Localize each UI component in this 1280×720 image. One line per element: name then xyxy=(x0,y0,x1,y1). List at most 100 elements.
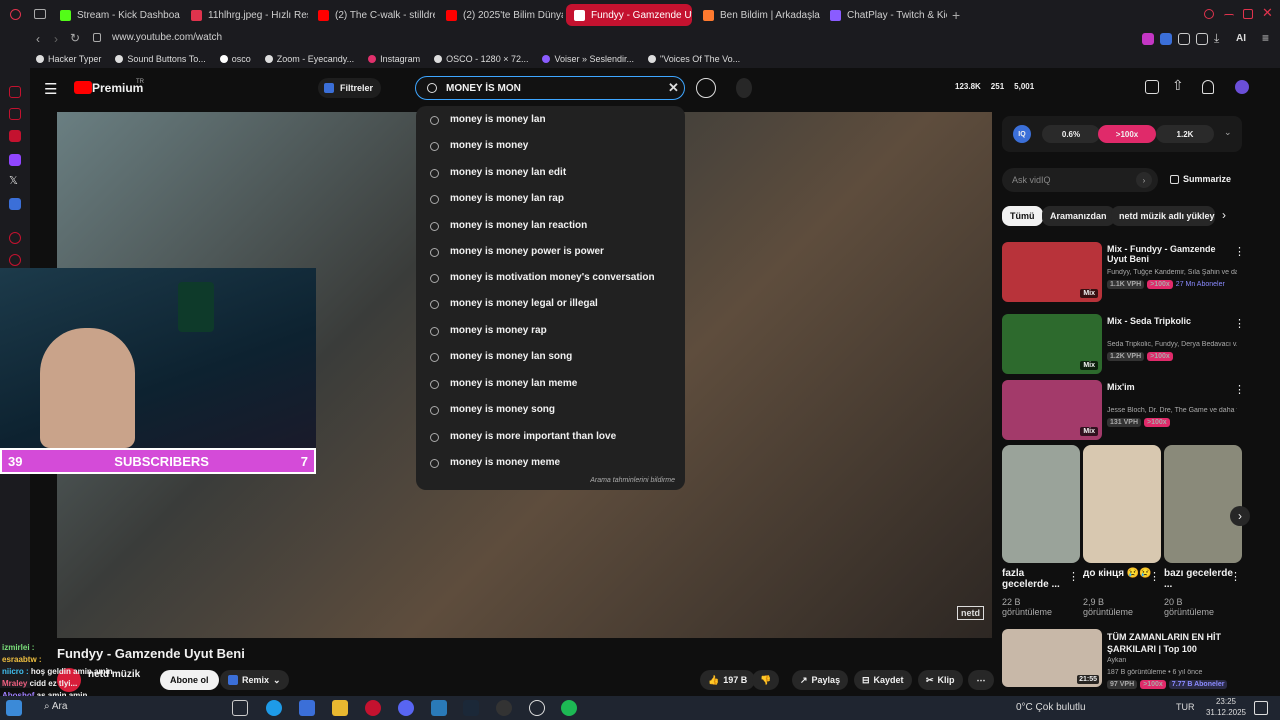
download-icon[interactable]: ⤓ xyxy=(1214,31,1219,46)
suggestion-item[interactable]: money is money lan meme xyxy=(450,378,577,389)
short-title[interactable]: fazla gecelerde ... xyxy=(1002,568,1072,590)
notifications-bell-icon[interactable] xyxy=(1202,80,1214,94)
share-button[interactable]: ↗ Paylaş xyxy=(792,670,849,690)
hamburger-menu-icon[interactable]: ☰ xyxy=(44,80,57,98)
suggestion-item[interactable]: money is money lan rap xyxy=(450,193,564,204)
video-thumbnail[interactable]: Mix xyxy=(1002,314,1102,374)
microphone-icon[interactable] xyxy=(736,78,752,98)
short-thumbnail[interactable] xyxy=(1083,445,1161,563)
suggestion-item[interactable]: money is more important than love xyxy=(450,431,616,442)
clip-button[interactable]: ✂ Klip xyxy=(918,670,963,690)
remix-button[interactable]: Remix ⌄ xyxy=(220,670,289,690)
minimize-button[interactable] xyxy=(1224,14,1234,24)
chip-from-search[interactable]: Aramanızdan xyxy=(1042,206,1115,226)
tab-chatplay[interactable]: ChatPlay - Twitch & Kick xyxy=(822,4,947,26)
bookmark-instagram[interactable]: Instagram xyxy=(368,54,420,64)
app-icon[interactable] xyxy=(431,700,447,716)
twitch-icon[interactable] xyxy=(9,154,21,166)
obs-icon[interactable] xyxy=(496,700,512,716)
steam-icon[interactable] xyxy=(463,700,479,716)
task-view-icon[interactable] xyxy=(232,700,248,716)
more-options-icon[interactable]: ⋮ xyxy=(1234,317,1245,330)
weather-widget[interactable]: 0°C Çok bulutlu xyxy=(1016,702,1086,713)
avatar[interactable] xyxy=(1235,80,1249,94)
url-field[interactable]: www.youtube.com/watch xyxy=(112,32,222,43)
tab-fundyy[interactable]: Fundyy - Gamzende Uyut xyxy=(566,4,692,26)
sidebar-icon[interactable] xyxy=(9,198,21,210)
discord-icon[interactable] xyxy=(398,700,414,716)
bookmark-hacker-typer[interactable]: Hacker Typer xyxy=(36,54,101,64)
clock[interactable]: 23:25 31.12.2025 xyxy=(1204,696,1248,718)
extension-icon[interactable] xyxy=(1160,33,1172,45)
spotify-icon[interactable] xyxy=(561,700,577,716)
suggestion-item[interactable]: money is motivation money's conversation xyxy=(450,272,655,283)
shorts-next-icon[interactable]: › xyxy=(1230,506,1250,526)
more-options-icon[interactable]: ⋮ xyxy=(1230,570,1241,583)
video-title[interactable]: Mix - Seda Tripkolic xyxy=(1107,316,1222,326)
short-thumbnail[interactable] xyxy=(1002,445,1080,563)
more-options-icon[interactable]: ⋮ xyxy=(1234,383,1245,396)
reload-icon[interactable]: ↻ xyxy=(70,31,80,45)
video-thumbnail[interactable]: Mix xyxy=(1002,242,1102,302)
clock-icon[interactable] xyxy=(9,254,21,266)
edge-icon[interactable] xyxy=(266,700,282,716)
tab-cwalk[interactable]: (2) The C-walk - stilldree xyxy=(310,4,435,26)
subscribe-button[interactable]: Abone ol xyxy=(160,670,219,690)
settings-icon[interactable] xyxy=(529,700,545,716)
bookmark-osco[interactable]: osco xyxy=(219,54,251,64)
ask-vidiq-input[interactable]: Ask vidIQ xyxy=(1002,168,1158,192)
search-button-icon[interactable] xyxy=(696,78,716,98)
suggestion-item[interactable]: money is money song xyxy=(450,404,555,415)
bookmark-osco-1280[interactable]: OSCO - 1280 × 72... xyxy=(434,54,528,64)
short-thumbnail[interactable] xyxy=(1164,445,1242,563)
sidebar-icon[interactable] xyxy=(9,130,21,142)
bookmark-voices[interactable]: "Voices Of The Vo... xyxy=(648,54,740,64)
close-window-button[interactable]: ✕ xyxy=(1262,5,1273,21)
more-options-icon[interactable]: ⋮ xyxy=(1068,570,1079,583)
suggestion-item[interactable]: money is money power is power xyxy=(450,246,604,257)
more-options-icon[interactable]: ⋮ xyxy=(1149,570,1160,583)
puzzle-icon[interactable] xyxy=(1196,33,1208,45)
maximize-button[interactable] xyxy=(1243,9,1253,19)
bookmark-voiser[interactable]: Voiser » Seslendir... xyxy=(542,54,634,64)
search-input[interactable]: MONEY İS MON ✕ xyxy=(415,76,685,100)
report-predictions-link[interactable]: Arama tahminlerini bildirme xyxy=(590,477,675,484)
bookmark-sound-buttons[interactable]: Sound Buttons To... xyxy=(115,54,206,64)
chevron-right-icon[interactable]: › xyxy=(1222,208,1226,222)
sidebar-icon[interactable] xyxy=(9,232,21,244)
short-title[interactable]: до кінця 😢😢 xyxy=(1083,568,1153,579)
ask-send-icon[interactable]: › xyxy=(1136,172,1152,188)
tab-ben-bildim[interactable]: Ben Bildim | Arkadaşlarını xyxy=(695,4,820,26)
x-icon[interactable]: 𝕏 xyxy=(9,174,18,187)
search-tabs-icon[interactable] xyxy=(1204,9,1214,19)
tab-overview-icon[interactable] xyxy=(34,9,46,19)
video-title[interactable]: TÜM ZAMANLARIN EN HİT ŞARKILARI | Top 10… xyxy=(1107,631,1227,655)
bookmark-zoom[interactable]: Zoom - Eyecandy... xyxy=(264,54,354,64)
save-button[interactable]: ⊟ Kaydet xyxy=(854,670,912,690)
video-title[interactable]: Mix - Fundyy - Gamzende Uyut Beni xyxy=(1107,244,1222,264)
chip-netd[interactable]: netd müzik adlı yükleyic xyxy=(1111,206,1215,226)
video-title[interactable]: Mix'im xyxy=(1107,382,1222,392)
short-title[interactable]: bazı gecelerde ... xyxy=(1164,568,1234,590)
suggestion-item[interactable]: money is money lan edit xyxy=(450,167,566,178)
extension-icon[interactable] xyxy=(1142,33,1154,45)
language-indicator[interactable]: TUR xyxy=(1176,702,1195,712)
suggestion-item[interactable]: money is money lan reaction xyxy=(450,220,587,231)
browser-menu-icon[interactable] xyxy=(10,9,21,20)
suggestion-item[interactable]: money is money xyxy=(450,140,528,151)
forward-arrow-icon[interactable]: › xyxy=(54,32,58,46)
youtube-logo-icon[interactable] xyxy=(74,81,92,94)
sidebar-icon[interactable] xyxy=(9,86,21,98)
chip-all[interactable]: Tümü xyxy=(1002,206,1043,226)
summarize-button[interactable]: Summarize xyxy=(1170,174,1231,184)
windows-start-icon[interactable] xyxy=(6,700,22,716)
menu-icon[interactable]: ≡ xyxy=(1262,31,1269,45)
suggestion-item[interactable]: money is money lan song xyxy=(450,351,572,362)
notification-center-icon[interactable] xyxy=(1254,701,1268,715)
tab-bilim[interactable]: (2) 2025'te Bilim Dünyası xyxy=(438,4,563,26)
suggestion-item[interactable]: money is money lan xyxy=(450,114,546,125)
create-icon[interactable] xyxy=(1145,80,1159,94)
like-button[interactable]: 👍 197 B xyxy=(700,670,756,690)
opera-icon[interactable] xyxy=(365,700,381,716)
dislike-button[interactable]: 👎 xyxy=(752,670,780,690)
